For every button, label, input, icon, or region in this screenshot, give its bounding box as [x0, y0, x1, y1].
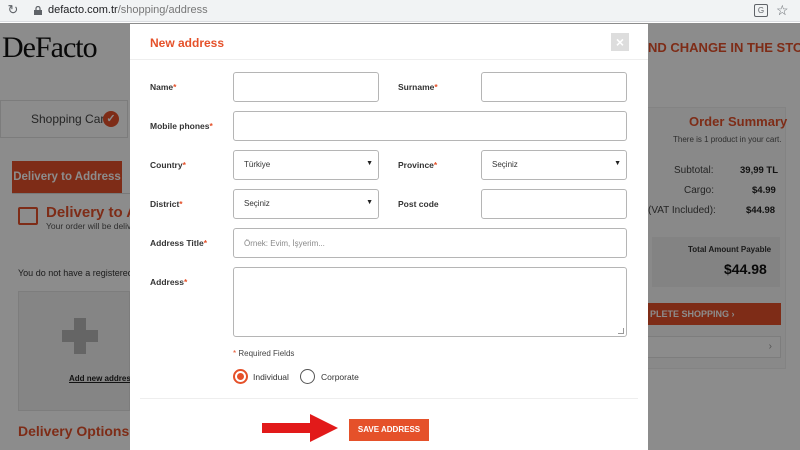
address-title-input[interactable]: [233, 228, 627, 258]
modal-divider: [130, 59, 648, 60]
mobile-label: Mobile phones*: [150, 121, 213, 131]
required-asterisk: *: [184, 277, 188, 287]
close-icon[interactable]: ×: [611, 33, 629, 51]
name-label: Name*: [150, 82, 176, 92]
surname-label-text: Surname: [398, 82, 435, 92]
address-label-text: Address: [150, 277, 185, 287]
url-domain: defacto.com.tr: [48, 4, 118, 16]
province-label: Province*: [398, 160, 437, 170]
new-address-modal: New address × Name* Surname* Mobile phon…: [130, 24, 648, 450]
district-select-value: Seçiniz: [244, 199, 270, 208]
postcode-label: Post code: [398, 199, 439, 209]
corporate-radio[interactable]: [300, 369, 315, 384]
url-path: /shopping/address: [117, 4, 208, 16]
required-asterisk: *: [173, 82, 177, 92]
lock-icon: [34, 6, 42, 15]
resize-grip-icon[interactable]: [618, 328, 624, 334]
mobile-input[interactable]: [233, 111, 627, 141]
dropdown-arrow-icon: ▼: [614, 160, 621, 167]
district-label-text: District: [150, 199, 180, 209]
dropdown-arrow-icon: ▼: [366, 199, 373, 206]
corporate-label[interactable]: Corporate: [321, 372, 359, 382]
footer-divider: [140, 398, 638, 399]
translate-icon[interactable]: G: [754, 4, 768, 17]
dropdown-arrow-icon: ▼: [366, 160, 373, 167]
name-label-text: Name: [150, 82, 174, 92]
browser-toolbar: ↻ defacto.com.tr/shopping/address G ☆: [0, 0, 800, 22]
surname-input[interactable]: [481, 72, 627, 102]
address-textarea[interactable]: [233, 267, 627, 337]
province-select-value: Seçiniz: [492, 160, 518, 169]
reload-icon[interactable]: ↻: [6, 3, 20, 17]
arrow-right-icon: [262, 414, 338, 442]
address-bar[interactable]: defacto.com.tr/shopping/address: [48, 4, 208, 16]
required-asterisk: *: [179, 199, 183, 209]
required-fields-note: * Required Fields: [233, 349, 294, 358]
country-label-text: Country: [150, 160, 183, 170]
required-asterisk: *: [433, 160, 438, 170]
country-select-value: Türkiye: [244, 160, 271, 169]
individual-label[interactable]: Individual: [253, 372, 289, 382]
surname-label: Surname*: [398, 82, 438, 92]
mobile-label-text: Mobile phones: [150, 121, 210, 131]
required-asterisk: *: [182, 160, 186, 170]
save-address-button[interactable]: SAVE ADDRESS: [349, 419, 429, 441]
postcode-input[interactable]: [481, 189, 627, 219]
country-label: Country*: [150, 160, 186, 170]
district-select[interactable]: Seçiniz ▼: [233, 189, 379, 219]
district-label: District*: [150, 199, 183, 209]
required-asterisk: *: [209, 121, 213, 131]
address-title-label-text: Address Title: [150, 238, 204, 248]
address-title-label: Address Title*: [150, 238, 207, 248]
required-asterisk: *: [233, 349, 237, 358]
required-asterisk: *: [203, 238, 208, 248]
individual-radio[interactable]: [233, 369, 248, 384]
province-label-text: Province: [398, 160, 434, 170]
address-label: Address*: [150, 277, 187, 287]
required-fields-text: Required Fields: [238, 349, 295, 358]
name-input[interactable]: [233, 72, 379, 102]
province-select[interactable]: Seçiniz ▼: [481, 150, 627, 180]
modal-title: New address: [150, 36, 225, 50]
country-select[interactable]: Türkiye ▼: [233, 150, 379, 180]
required-asterisk: *: [434, 82, 438, 92]
star-icon[interactable]: ☆: [776, 2, 789, 18]
